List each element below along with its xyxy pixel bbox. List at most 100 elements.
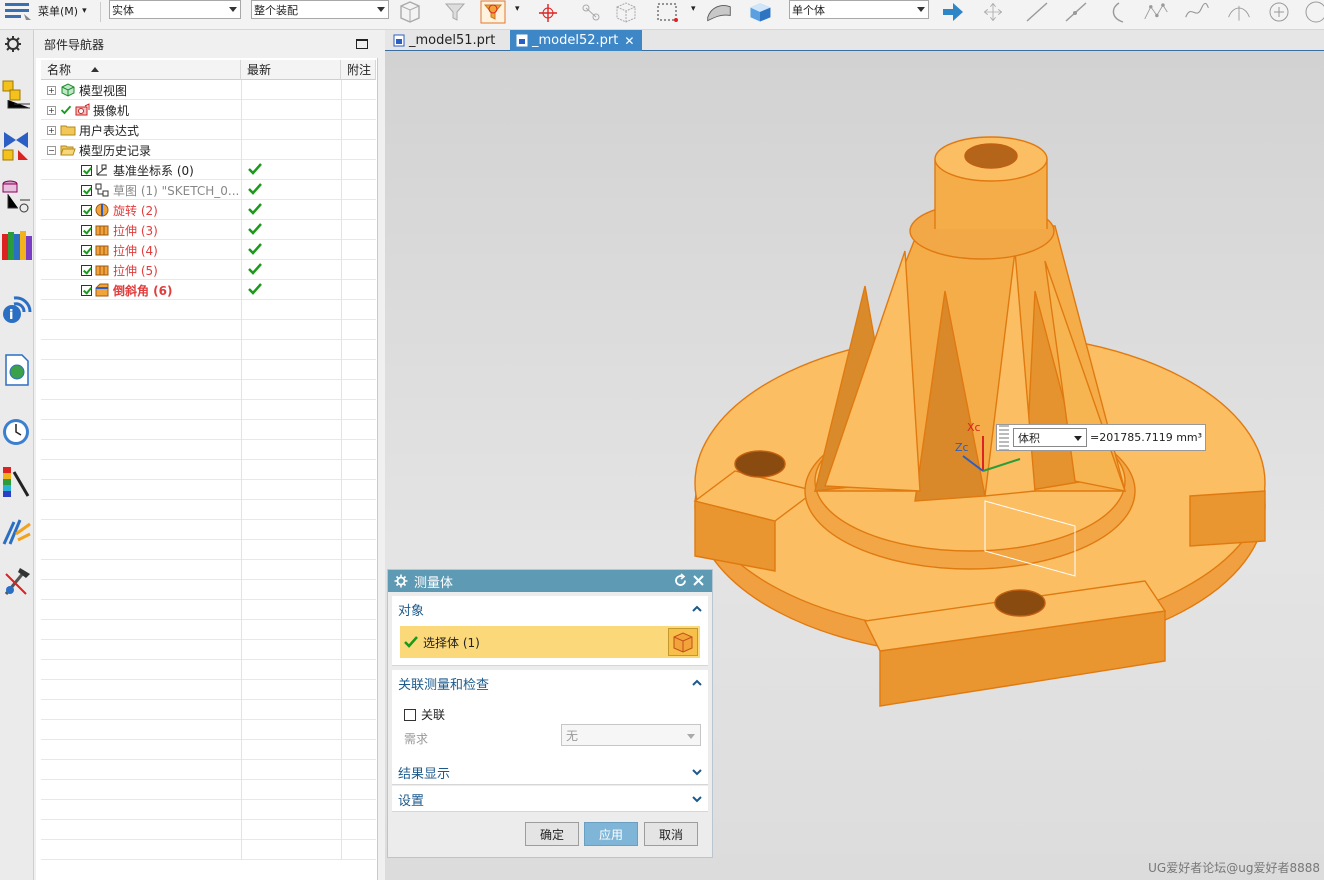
assembly-navigator-icon[interactable] — [0, 78, 34, 114]
measure-type-dropdown[interactable]: 体积 — [1013, 428, 1087, 447]
close-icon[interactable] — [691, 573, 706, 588]
web-browser-icon[interactable] — [0, 352, 34, 388]
menu-button[interactable]: 菜单(M) ▾ — [4, 0, 87, 22]
selection-scope-dropdown[interactable]: 整个装配 — [251, 0, 389, 19]
column-latest-label: 最新 — [247, 63, 272, 77]
part-navigator-icon[interactable] — [0, 178, 34, 214]
empty-tree-row — [41, 680, 376, 700]
tab-label: _model52.prt — [532, 33, 619, 48]
visibility-checkbox[interactable] — [81, 224, 92, 236]
circle-icon[interactable] — [1302, 0, 1324, 24]
column-header-latest[interactable]: 最新 — [241, 60, 341, 80]
select-body-row[interactable]: 选择体 (1) — [400, 626, 700, 658]
box-select-icon[interactable] — [655, 0, 681, 24]
studio-spline-icon[interactable] — [1143, 0, 1169, 24]
chevron-up-icon — [692, 605, 702, 612]
empty-tree-row — [41, 500, 376, 520]
tab-model52[interactable]: _model52.prt ✕ — [510, 30, 643, 51]
spline-icon[interactable] — [1184, 0, 1210, 24]
curve-fit-icon[interactable] — [1226, 0, 1252, 24]
visibility-checkbox[interactable] — [81, 244, 92, 256]
arrow-right-icon[interactable] — [940, 0, 966, 24]
open-folder-icon — [60, 145, 76, 156]
general-selection-icon[interactable] — [397, 0, 423, 24]
reuse-library-icon[interactable] — [0, 228, 34, 264]
close-tab-icon[interactable]: ✕ — [624, 34, 634, 48]
drag-grip-icon[interactable] — [999, 425, 1009, 450]
wireframe-cube-icon[interactable] — [613, 0, 639, 24]
visibility-checkbox[interactable] — [81, 184, 92, 196]
object-group-header[interactable]: 对象 — [392, 596, 708, 622]
empty-tree-row — [41, 720, 376, 740]
filter-funnel-icon[interactable] — [443, 0, 469, 24]
empty-tree-row — [41, 600, 376, 620]
selection-filter-icon[interactable] — [480, 0, 506, 24]
tree-row-revolve[interactable]: 旋转 (2) — [41, 200, 376, 220]
tab-model51[interactable]: _model51.prt — [387, 30, 503, 51]
tree-row-model-history[interactable]: − 模型历史记录 — [41, 140, 376, 160]
ok-button[interactable]: 确定 — [525, 822, 579, 846]
constraint-navigator-icon[interactable] — [0, 128, 34, 164]
shaded-edge-icon[interactable] — [706, 0, 732, 24]
collapse-icon[interactable]: − — [47, 145, 56, 155]
empty-tree-row — [41, 640, 376, 660]
empty-tree-row — [41, 800, 376, 820]
gear-icon[interactable] — [394, 574, 408, 588]
line-icon[interactable] — [1024, 0, 1050, 24]
point-icon[interactable] — [1266, 0, 1292, 24]
line-points-icon[interactable] — [1063, 0, 1089, 24]
expand-icon[interactable]: + — [47, 125, 56, 135]
up-to-date-check-icon — [248, 283, 262, 295]
expand-icon[interactable]: + — [47, 85, 56, 95]
history-clock-icon[interactable] — [0, 414, 34, 450]
associative-group-header[interactable]: 关联测量和检查 — [392, 670, 708, 696]
visibility-checkbox[interactable] — [81, 284, 92, 296]
measure-body-dialog: 测量体 对象 选择体 (1) 关联测量和检查 关联 需求 无 结果显示 设置 确… — [387, 569, 713, 858]
transform-icon[interactable] — [980, 0, 1006, 24]
tree-item-label: 拉伸 (5) — [113, 263, 158, 278]
object-group: 对象 选择体 (1) — [392, 596, 708, 666]
empty-tree-row — [41, 380, 376, 400]
dialog-title-bar[interactable]: 测量体 — [388, 570, 712, 592]
associative-checkbox[interactable] — [404, 708, 416, 721]
settings-group[interactable]: 设置 — [392, 786, 708, 812]
apply-button[interactable]: 应用 — [584, 822, 638, 846]
column-header-note[interactable]: 附注 — [341, 60, 376, 80]
snap-grid-icon[interactable] — [578, 0, 604, 24]
shaded-cube-icon[interactable] — [747, 0, 773, 24]
requirement-dropdown[interactable]: 无 — [561, 724, 701, 746]
roles-icon[interactable] — [0, 514, 34, 550]
color-palette-icon[interactable] — [0, 464, 34, 500]
group-label: 关联测量和检查 — [398, 677, 490, 693]
column-header-name[interactable]: 名称 — [41, 60, 241, 80]
tree-row-chamfer[interactable]: 倒斜角 (6) — [41, 280, 376, 300]
cancel-button[interactable]: 取消 — [644, 822, 698, 846]
visibility-checkbox[interactable] — [81, 164, 92, 176]
gear-icon[interactable] — [0, 34, 34, 54]
tree-row-datum-csys[interactable]: 基准坐标系 (0) — [41, 160, 376, 180]
tree-row-sketch[interactable]: 草图 (1) "SKETCH_0... — [41, 180, 376, 200]
tree-row-model-views[interactable]: + 模型视图 — [41, 80, 376, 100]
expand-icon[interactable]: + — [47, 105, 56, 115]
tree-row-camera[interactable]: + 摄像机 — [41, 100, 376, 120]
visibility-checkbox[interactable] — [81, 264, 92, 276]
cancel-label: 取消 — [658, 827, 683, 842]
visibility-checkbox[interactable] — [81, 204, 92, 216]
associative-checkbox-row[interactable]: 关联 — [404, 706, 445, 723]
maximize-icon[interactable] — [356, 39, 368, 49]
type-filter-dropdown[interactable]: 实体 — [109, 0, 241, 19]
associative-label: 关联 — [421, 708, 446, 722]
tree-row-extrude-3[interactable]: 拉伸 (3) — [41, 220, 376, 240]
empty-tree-row — [41, 660, 376, 680]
body-filter-dropdown[interactable]: 单个体 — [789, 0, 929, 19]
info-icon[interactable]: i — [0, 290, 34, 326]
arc-icon[interactable] — [1105, 0, 1131, 24]
reset-icon[interactable] — [673, 573, 688, 588]
tools-icon[interactable] — [0, 564, 34, 600]
tree-row-extrude-5[interactable]: 拉伸 (5) — [41, 260, 376, 280]
select-body-button[interactable] — [668, 628, 698, 656]
tree-row-extrude-4[interactable]: 拉伸 (4) — [41, 240, 376, 260]
tree-row-user-expressions[interactable]: + 用户表达式 — [41, 120, 376, 140]
snap-point-icon[interactable] — [535, 0, 561, 24]
results-display-group[interactable]: 结果显示 — [392, 759, 708, 785]
